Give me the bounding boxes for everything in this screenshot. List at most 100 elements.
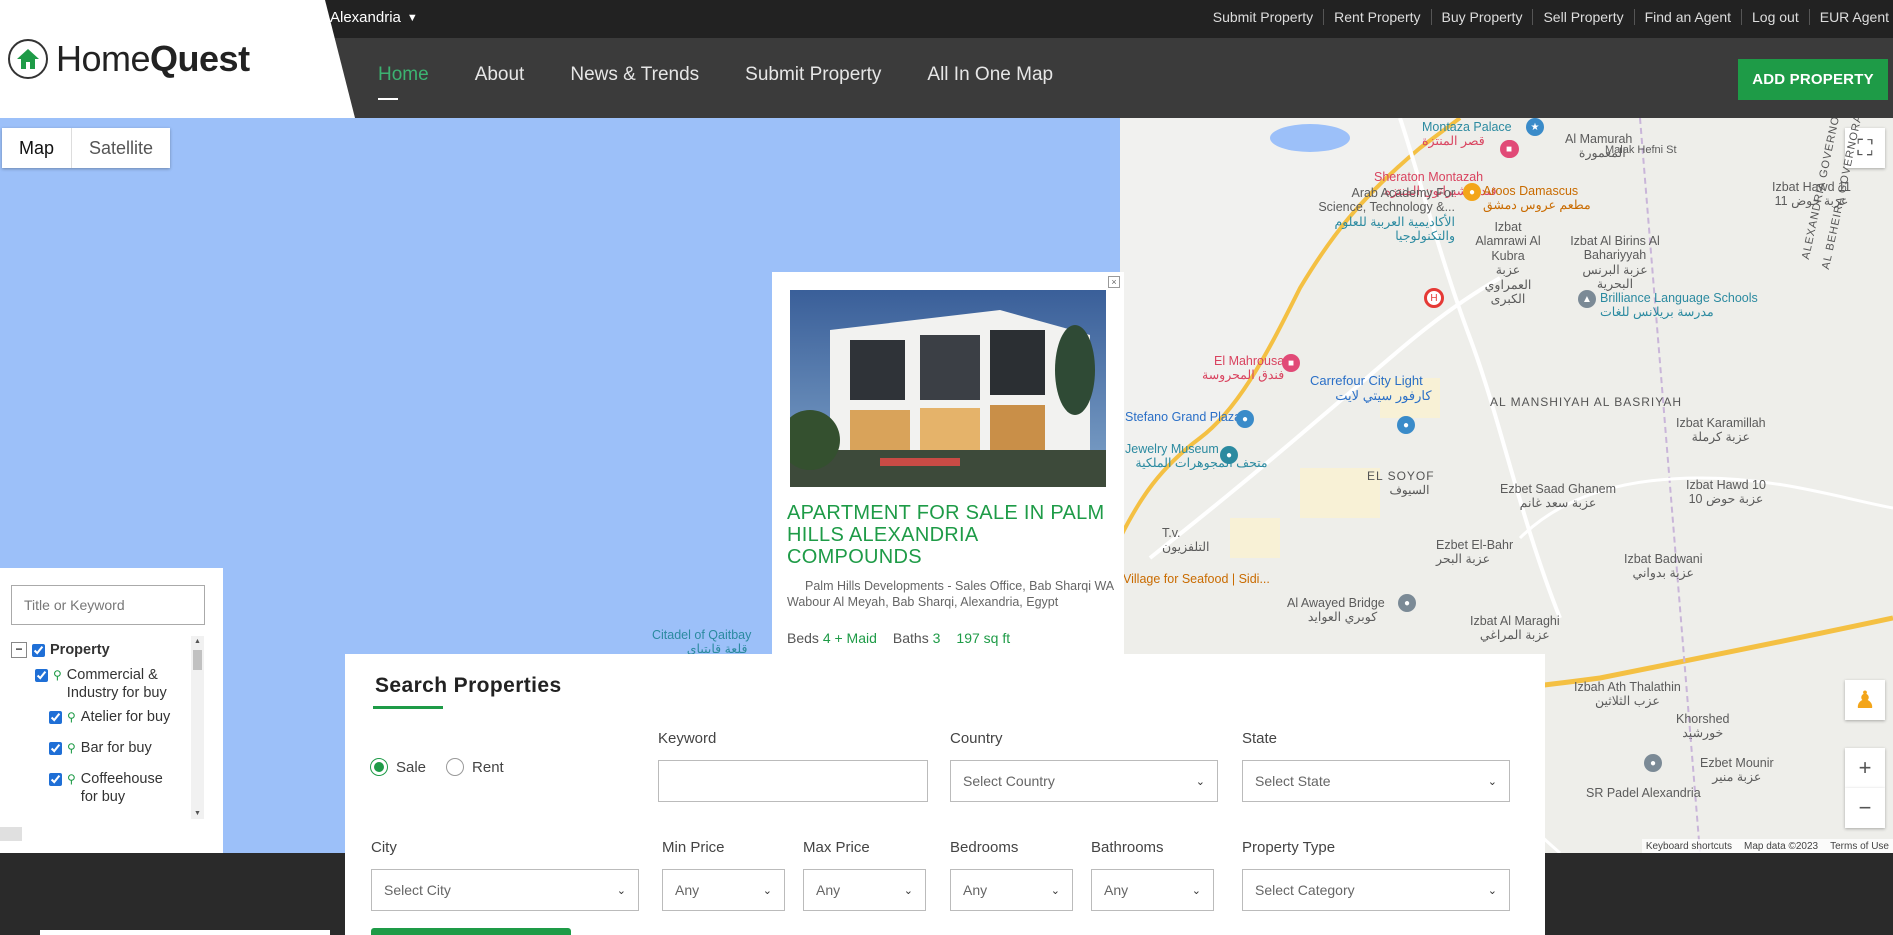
- map-corner-control[interactable]: [0, 827, 22, 841]
- keyword-label: Keyword: [658, 730, 717, 747]
- logo-text: HomeQuest: [56, 38, 250, 80]
- util-link-sell-property[interactable]: Sell Property: [1533, 9, 1635, 25]
- keyboard-shortcuts-link[interactable]: Keyboard shortcuts: [1646, 841, 1732, 852]
- museum-pin-icon[interactable]: ●: [1220, 446, 1238, 464]
- nav-link-about[interactable]: About: [475, 64, 525, 86]
- listing-type-radio-group: Sale Rent: [370, 758, 504, 776]
- map-label-text: خورشيد: [1682, 726, 1724, 741]
- util-link-buy-property[interactable]: Buy Property: [1432, 9, 1534, 25]
- util-link-logout[interactable]: Log out: [1742, 9, 1810, 25]
- tree-checkbox[interactable]: [49, 711, 62, 724]
- radio-unselected-icon: [446, 758, 465, 776]
- shopping-pin-icon[interactable]: ●: [1236, 410, 1254, 428]
- sale-radio[interactable]: Sale: [370, 758, 426, 776]
- map-label-text: Ezbet Mounir: [1700, 756, 1774, 770]
- property-type-select[interactable]: Select Category ⌄: [1242, 869, 1510, 911]
- close-icon[interactable]: ×: [1108, 276, 1120, 288]
- util-link-account[interactable]: EUR Agent: [1810, 9, 1893, 25]
- tree-checkbox[interactable]: [32, 644, 45, 657]
- tree-item-label: Bar for buy: [80, 740, 152, 756]
- util-link-rent-property[interactable]: Rent Property: [1324, 9, 1432, 25]
- zoom-out-icon[interactable]: −: [1845, 788, 1885, 828]
- search-button-top[interactable]: [371, 928, 571, 935]
- logo[interactable]: HomeQuest: [8, 38, 250, 80]
- landmark-pin-icon[interactable]: ★: [1526, 118, 1544, 136]
- add-property-button[interactable]: ADD PROPERTY: [1738, 59, 1888, 100]
- map-label-text: عزبة البرنس البحرية: [1582, 262, 1648, 292]
- util-link-find-agent[interactable]: Find an Agent: [1635, 9, 1743, 25]
- search-properties-panel: Search Properties Sale Rent Keyword Coun…: [345, 654, 1545, 935]
- min-price-label: Min Price: [662, 839, 725, 856]
- map-label-text: كارفور سيتي لايت: [1335, 387, 1432, 403]
- place-pin-icon[interactable]: ●: [1644, 754, 1662, 772]
- map-label-text: EL SOYOF: [1367, 469, 1435, 483]
- bathrooms-select[interactable]: Any ⌄: [1091, 869, 1214, 911]
- keyword-input[interactable]: [658, 760, 928, 802]
- scroll-up-icon[interactable]: ▲: [194, 638, 201, 645]
- map-label-bahr: Ezbet El-Bahr عزبة البحر: [1436, 538, 1513, 567]
- map-label-montaza: Montaza Palace قصر المنتزة: [1422, 120, 1512, 149]
- map-filter-panel: − Property ⚲ Commercial & Industry for b…: [0, 568, 223, 853]
- tree-checkbox[interactable]: [35, 669, 48, 682]
- chevron-down-icon: ⌄: [903, 884, 913, 897]
- scroll-down-icon[interactable]: ▼: [194, 810, 201, 817]
- nav-link-map[interactable]: All In One Map: [927, 64, 1053, 86]
- bridge-pin-icon[interactable]: ●: [1398, 594, 1416, 612]
- property-image[interactable]: [790, 290, 1106, 487]
- rent-radio[interactable]: Rent: [446, 758, 504, 776]
- state-select-value: Select State: [1255, 773, 1331, 789]
- bedrooms-select[interactable]: Any ⌄: [950, 869, 1073, 911]
- keyword-filter-input[interactable]: [11, 585, 205, 625]
- state-select[interactable]: Select State ⌄: [1242, 760, 1510, 802]
- map-label-soyof: EL SOYOF السيوف: [1367, 469, 1435, 498]
- property-title[interactable]: APARTMENT FOR SALE IN PALM HILLS ALEXAND…: [787, 502, 1107, 568]
- zoom-in-icon[interactable]: +: [1845, 748, 1885, 788]
- map-label-text: قصر المنتزة: [1422, 134, 1485, 149]
- country-select[interactable]: Select Country ⌄: [950, 760, 1218, 802]
- chevron-down-icon: ▼: [406, 11, 418, 24]
- school-pin-icon[interactable]: ▲: [1578, 290, 1596, 308]
- map-label-mounir: Ezbet Mounir عزبة منير: [1700, 756, 1774, 785]
- tree-item-property: − Property: [11, 641, 110, 659]
- map-type-map-button[interactable]: Map: [2, 128, 73, 168]
- nav-link-home[interactable]: Home: [378, 64, 429, 100]
- tree-item-bar: ⚲ Bar for buy: [49, 739, 152, 757]
- map-label-text: عزبة منير: [1712, 770, 1762, 785]
- city-selector[interactable]: Alexandria ▼: [330, 9, 418, 26]
- home-logo-icon: [8, 39, 48, 79]
- map-label-malak: Malak Hefni St: [1605, 144, 1677, 156]
- nav-link-news[interactable]: News & Trends: [570, 64, 699, 86]
- tree-scrollbar[interactable]: ▲ ▼: [191, 636, 204, 819]
- map-label-padel: SR Padel Alexandria: [1586, 786, 1701, 800]
- nav-links: Home About News & Trends Submit Property…: [378, 64, 1053, 100]
- map-label-village: Village for Seafood | Sidi...: [1123, 572, 1270, 586]
- map-label-carrefour: Carrefour City Light كارفور سيتي لايت: [1310, 373, 1432, 404]
- map-pin-icon: ⚲: [67, 772, 76, 786]
- chevron-down-icon: ⌄: [1487, 884, 1497, 897]
- map-label-text: عزبة بدواني: [1632, 566, 1694, 581]
- restaurant-pin-icon[interactable]: ●: [1463, 183, 1481, 201]
- max-price-select[interactable]: Any ⌄: [803, 869, 926, 911]
- map-type-satellite-button[interactable]: Satellite: [72, 128, 171, 168]
- scrollbar-thumb[interactable]: [193, 650, 202, 670]
- tree-checkbox[interactable]: [49, 773, 62, 786]
- pegman-icon[interactable]: ♟: [1845, 680, 1885, 720]
- hotel-pin-icon[interactable]: ■: [1500, 140, 1518, 158]
- nav-link-submit-property[interactable]: Submit Property: [745, 64, 881, 86]
- city-select[interactable]: Select City ⌄: [371, 869, 639, 911]
- sale-label: Sale: [396, 758, 427, 776]
- baths-value: 3: [932, 630, 941, 646]
- terms-link[interactable]: Terms of Use: [1830, 841, 1889, 852]
- tree-checkbox[interactable]: [49, 742, 62, 755]
- min-price-value: Any: [675, 882, 700, 898]
- map-label-izbat-birins: Izbat Al Birins Al Bahariyyah عزبة البرنس…: [1570, 234, 1660, 292]
- map-label-text: Izbat Karamillah: [1676, 416, 1766, 430]
- hotel-pin-icon[interactable]: ■: [1282, 354, 1300, 372]
- bedrooms-value: Any: [963, 882, 988, 898]
- util-link-submit-property[interactable]: Submit Property: [1203, 9, 1325, 25]
- min-price-select[interactable]: Any ⌄: [662, 869, 785, 911]
- collapse-icon[interactable]: −: [11, 642, 27, 658]
- shopping-pin-icon[interactable]: ●: [1397, 416, 1415, 434]
- area-value: 197 sq ft: [956, 630, 1011, 646]
- property-type-value: Select Category: [1255, 882, 1355, 898]
